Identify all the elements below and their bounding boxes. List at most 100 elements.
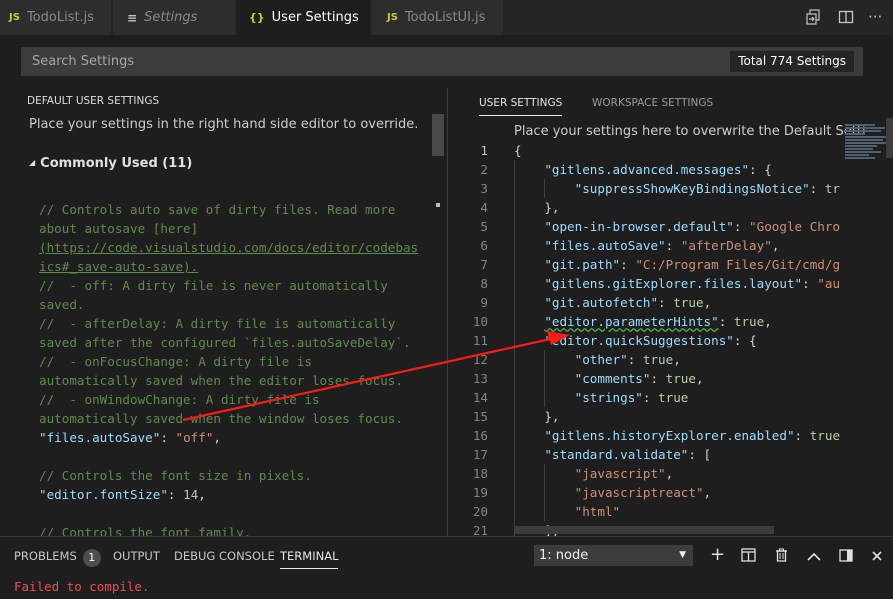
code-text: "editor.quickSuggestions": { (544, 331, 756, 350)
code-comment-link[interactable]: (https://code.visualstudio.com/docs/edit… (39, 238, 434, 257)
code-line[interactable]: 5 "open-in-browser.default": "Google Chro (448, 217, 841, 236)
indent-guide (544, 369, 546, 388)
token-p: : (733, 219, 750, 234)
tab-todolistui-js[interactable]: JS TodoListUI.js (372, 0, 504, 35)
code-line[interactable]: 6 "files.autoSave": "afterDelay", (448, 236, 841, 255)
token-k: "gitlens.historyExplorer.enabled" (544, 428, 795, 443)
tab-label: TodoList.js (26, 10, 95, 25)
line-number: 8 (480, 276, 488, 291)
search-settings-input[interactable]: Search Settings Total 774 Settings (21, 47, 863, 76)
token-e: , (665, 466, 674, 481)
code-line[interactable]: 11 "editor.quickSuggestions": { (448, 331, 841, 350)
tab-settings[interactable]: ≡ Settings (113, 0, 236, 35)
code-comment: // Controls auto save of dirty files. Re… (39, 202, 396, 217)
token-t: { (514, 143, 522, 158)
collapse-triangle-icon[interactable]: ◢ (29, 158, 35, 167)
tab-todolist-js[interactable]: JS TodoList.js (0, 0, 112, 35)
token-k: "other" (574, 352, 628, 367)
code-comment: // Controls the font size in pixels. (39, 468, 312, 483)
tab-output[interactable]: OUTPUT (113, 549, 160, 563)
code-line[interactable]: 17 "standard.validate": [ (448, 445, 841, 464)
tab-user-settings[interactable]: {} User Settings × (237, 0, 383, 35)
autosave-docs-link[interactable]: (https://code.visualstudio.com/docs/edit… (39, 240, 418, 255)
code-line[interactable]: 10 "editor.parameterHints": true, (448, 312, 841, 331)
more-actions-icon[interactable]: ··· (868, 8, 882, 26)
tab-problems[interactable]: PROBLEMS 1 (14, 549, 101, 567)
token-p: : { (733, 333, 757, 348)
right-scrollbar-thumb[interactable] (886, 118, 893, 158)
code-line[interactable]: 19 "javascriptreact", (448, 483, 841, 502)
token-k: "gitlens.gitExplorer.files.layout" (544, 276, 803, 291)
indent-guide (514, 160, 515, 179)
line-number: 20 (472, 504, 488, 519)
token-k: "editor.quickSuggestions" (544, 333, 734, 348)
code-line[interactable]: 14 "strings": true (448, 388, 841, 407)
autosave-docs-link[interactable]: ics#_save-auto-save). (39, 259, 198, 274)
token-p: : [ (688, 447, 712, 462)
token-p: : (718, 314, 734, 329)
toggle-panel-position-icon[interactable] (839, 548, 853, 566)
terminal-select[interactable]: 1: node ▼ (534, 545, 693, 566)
scrollbar-marker (436, 203, 440, 207)
token-e: , (703, 485, 712, 500)
code-line[interactable]: 15}, (448, 407, 841, 426)
close-panel-icon[interactable] (871, 548, 883, 566)
code-text: "editor.parameterHints": true, (544, 312, 772, 331)
code-text: "other": true, (575, 350, 681, 369)
line-number: 5 (480, 219, 488, 234)
setting-editor-fontsize[interactable]: "editor.fontSize": 14, (39, 485, 434, 504)
split-terminal-icon[interactable] (741, 548, 756, 566)
default-settings-code: // Controls auto save of dirty files. Re… (39, 200, 434, 536)
code-text: { (514, 141, 522, 160)
search-placeholder: Search Settings (32, 54, 135, 69)
section-commonly-used[interactable]: ◢ Commonly Used (11) (29, 156, 192, 171)
token-k: "files.autoSave" (544, 238, 666, 253)
token-v: true (658, 390, 689, 405)
line-number: 1 (480, 143, 488, 158)
horizontal-scrollbar-thumb[interactable] (514, 526, 774, 534)
problems-count-badge: 1 (82, 549, 101, 567)
code-line[interactable]: 16 "gitlens.historyExplorer.enabled": tru… (448, 426, 841, 445)
code-line[interactable]: 4}, (448, 198, 841, 217)
token-p: : (650, 371, 666, 386)
tab-debug-console[interactable]: DEBUG CONSOLE (174, 549, 275, 563)
tab-workspace-settings-scope[interactable]: WORKSPACE SETTINGS (592, 97, 713, 109)
code-line[interactable]: 20 "html" (448, 502, 841, 521)
code-comment-link[interactable]: ics#_save-auto-save). (39, 257, 434, 276)
code-line[interactable]: 7 "git.path": "C:/Program Files/Git/cmd/g (448, 255, 841, 274)
indent-guide (514, 274, 515, 293)
setting-files-autosave[interactable]: "files.autoSave": "off", (39, 428, 434, 447)
indent-guide (514, 483, 515, 502)
code-line[interactable]: 9 "git.autofetch": true, (448, 293, 841, 312)
token-p: : (658, 295, 674, 310)
indent-guide (544, 179, 546, 198)
left-scrollbar-thumb[interactable] (432, 114, 444, 156)
line-number: 2 (480, 162, 488, 177)
code-line[interactable]: 3 "suppressShowKeyBindingsNotice": tr (448, 179, 841, 198)
open-settings-json-icon[interactable] (806, 9, 822, 29)
user-settings-editor[interactable]: 1{2 "gitlens.advanced.messages": {3 "suppr… (448, 141, 841, 536)
new-terminal-icon[interactable]: + (710, 544, 725, 565)
tab-label: User Settings (271, 10, 359, 25)
split-editor-icon[interactable] (838, 9, 854, 29)
tab-terminal[interactable]: TERMINAL (280, 549, 339, 569)
code-line[interactable]: 2 "gitlens.advanced.messages": { (448, 160, 841, 179)
tab-user-settings-scope[interactable]: USER SETTINGS (479, 97, 563, 116)
maximize-panel-icon[interactable] (807, 548, 821, 566)
code-line[interactable]: 1{ (448, 141, 841, 160)
code-comment: // - afterDelay: A dirty file is automat… (39, 316, 396, 331)
code-line[interactable]: 13 "comments": true, (448, 369, 841, 388)
token-s: "C:/Program Files/Git/cmd/g (635, 257, 841, 272)
code-comment: automatically saved when the editor lose… (39, 373, 403, 388)
trash-icon[interactable] (775, 548, 788, 566)
code-line[interactable]: 18 "javascript", (448, 464, 841, 483)
code-text: }, (544, 198, 559, 217)
code-comment: saved after the configured `files.autoSa… (39, 335, 411, 350)
user-settings-pane: USER SETTINGS WORKSPACE SETTINGS Place y… (447, 88, 893, 536)
code-line[interactable]: 8 "gitlens.gitExplorer.files.layout": "au (448, 274, 841, 293)
indent-guide (544, 483, 546, 502)
token-k: "suppressShowKeyBindingsNotice" (574, 181, 810, 196)
code-line[interactable]: 12 "other": true, (448, 350, 841, 369)
line-number: 10 (472, 314, 488, 329)
bottom-panel: PROBLEMS 1 OUTPUT DEBUG CONSOLE TERMINAL … (0, 536, 893, 599)
